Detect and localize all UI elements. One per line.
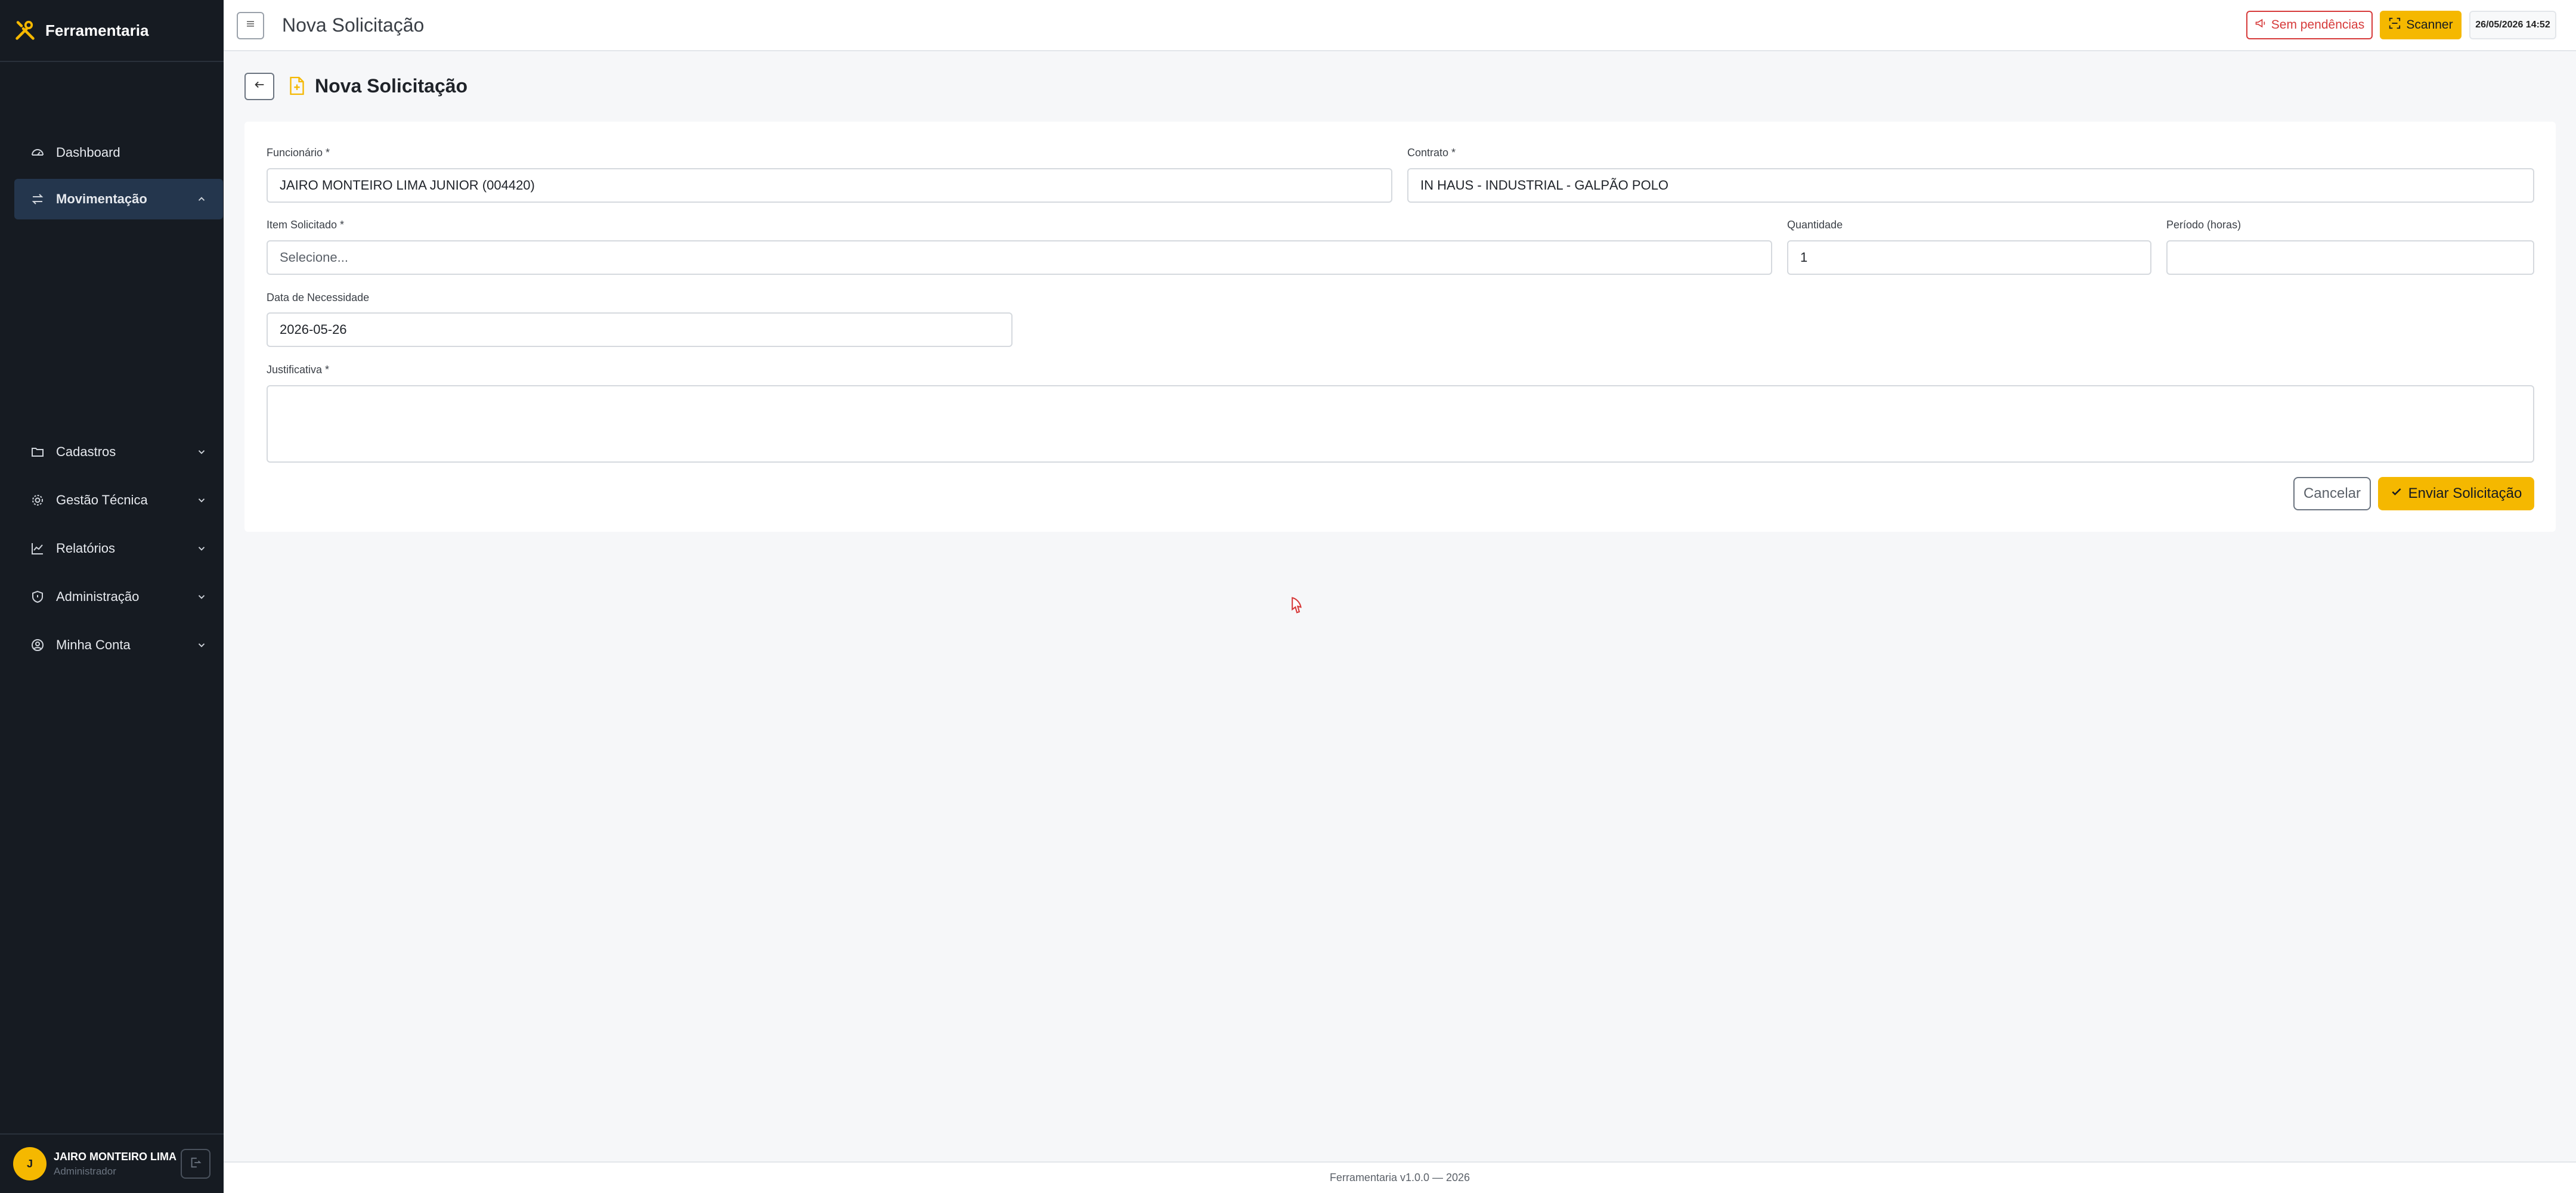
page-header: Nova Solicitação [289, 75, 467, 97]
chevron-down-icon [194, 638, 209, 652]
contrato-label: Contrato * [1407, 147, 1456, 159]
dashboard-gauge-icon [29, 144, 47, 162]
hamburger-icon [245, 18, 256, 33]
scan-icon [2388, 17, 2401, 33]
justificativa-textarea[interactable] [267, 385, 2534, 463]
scanner-button[interactable]: Scanner [2380, 11, 2462, 39]
sidebar-item-administracao[interactable]: Administração [14, 577, 223, 617]
sidebar-item-label: Dashboard [56, 145, 120, 160]
sidebar-item-relatorios[interactable]: Relatórios [14, 528, 223, 569]
user-info: JAIRO MONTEIRO LIMA Administrador [54, 1151, 181, 1177]
user-circle-icon [29, 636, 47, 654]
chevron-up-icon [194, 192, 209, 206]
brand[interactable]: Ferramentaria [0, 0, 224, 62]
submit-button[interactable]: Enviar Solicitação [2378, 477, 2534, 510]
funcionario-label: Funcionário * [267, 147, 330, 159]
scanner-label: Scanner [2406, 18, 2453, 32]
sidebar-item-label: Movimentação [56, 191, 147, 206]
chevron-down-icon [194, 590, 209, 604]
item-select[interactable]: Selecione... [267, 240, 1772, 275]
chevron-down-icon [194, 541, 209, 556]
data-field[interactable]: 2026-05-26 [267, 312, 1013, 347]
document-add-icon [289, 76, 306, 97]
topbar: Nova Solicitação Sem pendências Scanner … [224, 0, 2576, 51]
pending-label: Sem pendências [2271, 18, 2365, 32]
contrato-field[interactable]: IN HAUS - INDUSTRIAL - GALPÃO POLO [1407, 168, 2534, 203]
data-label: Data de Necessidade [267, 292, 370, 303]
avatar[interactable]: J [13, 1147, 47, 1180]
user-role: Administrador [54, 1165, 116, 1177]
back-button[interactable] [244, 73, 274, 100]
megaphone-icon [2255, 17, 2267, 33]
sidebar: Ferramentaria Dashboard Movimentação Cad… [0, 0, 224, 1193]
folder-icon [29, 443, 47, 461]
sidebar-item-cadastros[interactable]: Cadastros [14, 432, 223, 472]
periodo-label: Período (horas) [2166, 219, 2241, 231]
topbar-title: Nova Solicitação [282, 14, 425, 36]
gear-icon [29, 491, 47, 509]
item-label: Item Solicitado * [267, 219, 345, 231]
sidebar-item-label: Relatórios [56, 541, 116, 556]
justificativa-label: Justificativa * [267, 364, 330, 376]
logout-icon [189, 1156, 202, 1172]
pending-button[interactable]: Sem pendências [2246, 11, 2373, 39]
submit-label: Enviar Solicitação [2408, 485, 2522, 501]
brand-name: Ferramentaria [45, 21, 149, 39]
sidebar-item-minha-conta[interactable]: Minha Conta [14, 625, 223, 665]
quantidade-label: Quantidade [1787, 219, 1843, 231]
sidebar-item-label: Administração [56, 589, 140, 604]
cancel-button[interactable]: Cancelar [2293, 477, 2371, 510]
chevron-down-icon [194, 445, 209, 459]
footer: Ferramentaria v1.0.0 — 2026 [224, 1161, 2576, 1193]
quantidade-field[interactable]: 1 [1787, 240, 2151, 275]
user-box: J JAIRO MONTEIRO LIMA Administrador [0, 1133, 224, 1193]
sidebar-item-movimentacao[interactable]: Movimentação [14, 179, 223, 219]
menu-toggle-button[interactable] [237, 12, 264, 39]
periodo-field[interactable] [2166, 240, 2534, 275]
tools-logo-icon [13, 18, 37, 42]
datetime-badge: 26/05/2026 14:52 [2469, 11, 2556, 39]
sidebar-item-dashboard[interactable]: Dashboard [14, 132, 223, 173]
user-name: JAIRO MONTEIRO LIMA [54, 1150, 177, 1163]
funcionario-field[interactable]: JAIRO MONTEIRO LIMA JUNIOR (004420) [267, 168, 1392, 203]
sidebar-item-label: Cadastros [56, 444, 116, 459]
check-icon [2391, 485, 2402, 502]
page-title: Nova Solicitação [315, 75, 468, 97]
request-form-card: Funcionário * JAIRO MONTEIRO LIMA JUNIOR… [244, 122, 2556, 532]
arrow-left-icon [253, 78, 266, 95]
sidebar-item-label: Gestão Técnica [56, 492, 148, 507]
mouse-cursor-icon [1289, 596, 1305, 619]
swap-arrows-icon [29, 190, 47, 208]
chevron-down-icon [194, 493, 209, 507]
sidebar-item-label: Minha Conta [56, 637, 131, 652]
line-chart-icon [29, 540, 47, 557]
logout-button[interactable] [181, 1149, 210, 1179]
shield-icon [29, 588, 47, 606]
sidebar-item-gestao-tecnica[interactable]: Gestão Técnica [14, 480, 223, 520]
